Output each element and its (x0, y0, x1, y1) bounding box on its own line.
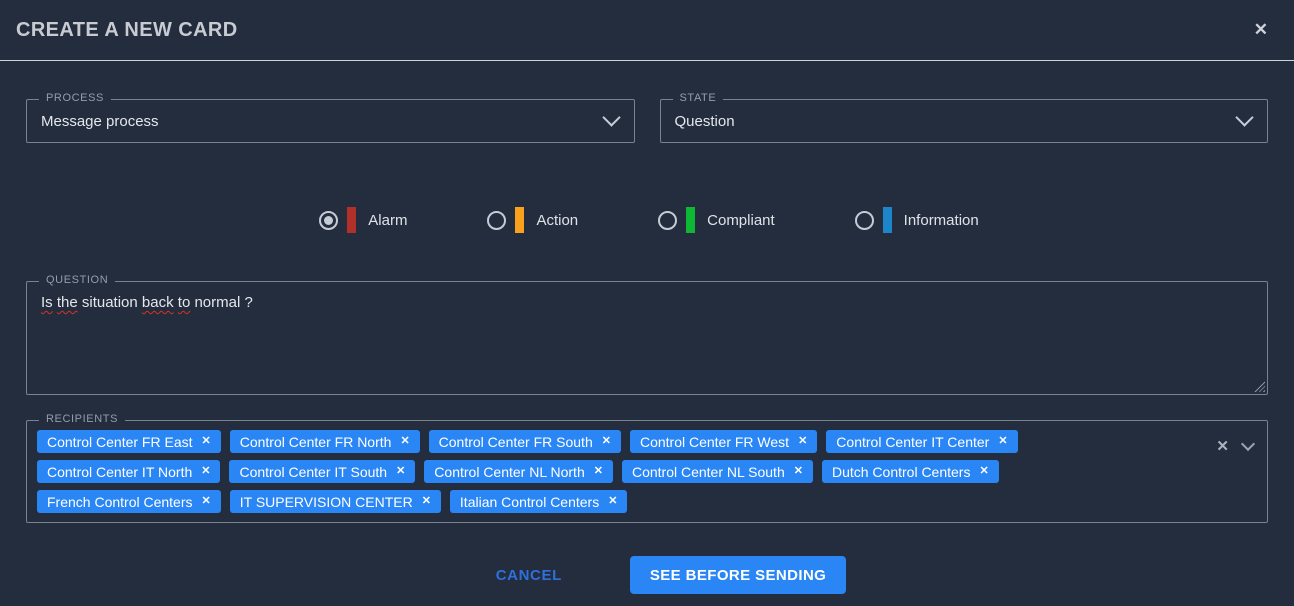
chip-remove-icon[interactable]: ✕ (794, 466, 803, 477)
severity-option-compliant[interactable]: Compliant (658, 207, 775, 233)
state-select[interactable]: STATE Question (660, 99, 1269, 143)
process-state-row: PROCESS Message process STATE Question (26, 99, 1268, 143)
process-label: PROCESS (39, 92, 111, 104)
chip-remove-icon[interactable]: ✕ (422, 496, 431, 507)
recipient-chip[interactable]: Control Center IT North ✕ (37, 460, 220, 483)
recipients-multiselect[interactable]: RECIPIENTS Control Center FR East✕Contro… (26, 420, 1268, 523)
severity-label: Action (536, 212, 578, 229)
question-text: Is the situation back to normal ? (41, 293, 1253, 313)
recipient-chip-label: Control Center FR North (240, 434, 392, 450)
recipients-label: RECIPIENTS (39, 413, 125, 425)
close-icon[interactable]: ✕ (1246, 16, 1276, 44)
radio-button[interactable] (855, 211, 874, 230)
chip-remove-icon[interactable]: ✕ (798, 436, 807, 447)
chip-remove-icon[interactable]: ✕ (400, 436, 409, 447)
recipient-chip-label: French Control Centers (47, 494, 193, 510)
recipient-chip[interactable]: Control Center NL North ✕ (424, 460, 613, 483)
severity-label: Alarm (368, 212, 407, 229)
severity-radio-group: Alarm Action Compliant Information (2, 207, 1294, 233)
recipient-chip-label: Control Center IT North (47, 464, 192, 480)
process-value: Message process (41, 113, 159, 130)
severity-color-bar (515, 207, 524, 233)
recipient-chip-label: Control Center FR West (640, 434, 789, 450)
chip-remove-icon[interactable]: ✕ (594, 466, 603, 477)
chip-remove-icon[interactable]: ✕ (202, 496, 211, 507)
severity-label: Compliant (707, 212, 775, 229)
modal-header: CREATE A NEW CARD ✕ (0, 0, 1294, 61)
recipient-chip[interactable]: Control Center IT Center ✕ (826, 430, 1017, 453)
recipients-section: RECIPIENTS Control Center FR East✕Contro… (26, 420, 1268, 523)
recipient-chip-label: IT SUPERVISION CENTER (240, 494, 413, 510)
recipient-chip[interactable]: Control Center FR North ✕ (230, 430, 420, 453)
chip-remove-icon[interactable]: ✕ (602, 436, 611, 447)
create-card-modal: CREATE A NEW CARD ✕ PROCESS Message proc… (0, 0, 1294, 594)
recipient-chip[interactable]: Italian Control Centers ✕ (450, 490, 628, 513)
recipient-chip[interactable]: French Control Centers ✕ (37, 490, 221, 513)
recipient-chip-label: Italian Control Centers (460, 494, 599, 510)
radio-button[interactable] (319, 211, 338, 230)
severity-label: Information (904, 212, 979, 229)
recipients-chip-list: Control Center FR East✕Control Center FR… (37, 430, 1189, 513)
severity-color-bar (883, 207, 892, 233)
chip-remove-icon[interactable]: ✕ (202, 436, 211, 447)
modal-title: CREATE A NEW CARD (16, 19, 238, 42)
recipient-chip[interactable]: Control Center IT South ✕ (229, 460, 415, 483)
chip-remove-icon[interactable]: ✕ (998, 436, 1007, 447)
chip-remove-icon[interactable]: ✕ (201, 466, 210, 477)
chevron-down-icon (1235, 108, 1253, 126)
recipient-chip-label: Control Center FR South (439, 434, 593, 450)
recipient-chip-label: Control Center NL North (434, 464, 584, 480)
recipient-chip[interactable]: Dutch Control Centers ✕ (822, 460, 999, 483)
process-select[interactable]: PROCESS Message process (26, 99, 635, 143)
chip-remove-icon[interactable]: ✕ (608, 496, 617, 507)
severity-option-action[interactable]: Action (487, 207, 578, 233)
chip-remove-icon[interactable]: ✕ (396, 466, 405, 477)
recipient-chip[interactable]: Control Center FR West ✕ (630, 430, 817, 453)
recipient-chip-label: Control Center IT Center (836, 434, 989, 450)
recipient-chip[interactable]: Control Center NL South ✕ (622, 460, 813, 483)
recipient-chip-label: Dutch Control Centers (832, 464, 971, 480)
recipient-chip[interactable]: Control Center FR South ✕ (429, 430, 621, 453)
footer-actions: CANCEL SEE BEFORE SENDING (24, 556, 1294, 594)
question-textarea[interactable]: QUESTION Is the situation back to normal… (26, 281, 1268, 395)
chip-remove-icon[interactable]: ✕ (979, 466, 988, 477)
recipient-chip-label: Control Center IT South (239, 464, 387, 480)
cancel-button[interactable]: CANCEL (496, 567, 562, 584)
state-value: Question (675, 113, 735, 130)
recipients-controls: ✕ (1216, 437, 1253, 455)
radio-button[interactable] (487, 211, 506, 230)
recipient-chip-label: Control Center NL South (632, 464, 785, 480)
resize-handle[interactable] (1254, 381, 1265, 392)
severity-option-information[interactable]: Information (855, 207, 979, 233)
state-label: STATE (673, 92, 724, 104)
recipient-chip-label: Control Center FR East (47, 434, 193, 450)
question-label: QUESTION (39, 274, 115, 286)
recipients-clear-icon[interactable]: ✕ (1216, 437, 1229, 455)
radio-button[interactable] (658, 211, 677, 230)
severity-color-bar (686, 207, 695, 233)
severity-option-alarm[interactable]: Alarm (319, 207, 407, 233)
recipient-chip[interactable]: Control Center FR East ✕ (37, 430, 221, 453)
severity-color-bar (347, 207, 356, 233)
recipient-chip[interactable]: IT SUPERVISION CENTER ✕ (230, 490, 441, 513)
recipients-chevron-down-icon[interactable] (1241, 436, 1255, 450)
see-before-sending-button[interactable]: SEE BEFORE SENDING (630, 556, 846, 594)
question-section: QUESTION Is the situation back to normal… (26, 281, 1268, 395)
chevron-down-icon (602, 108, 620, 126)
